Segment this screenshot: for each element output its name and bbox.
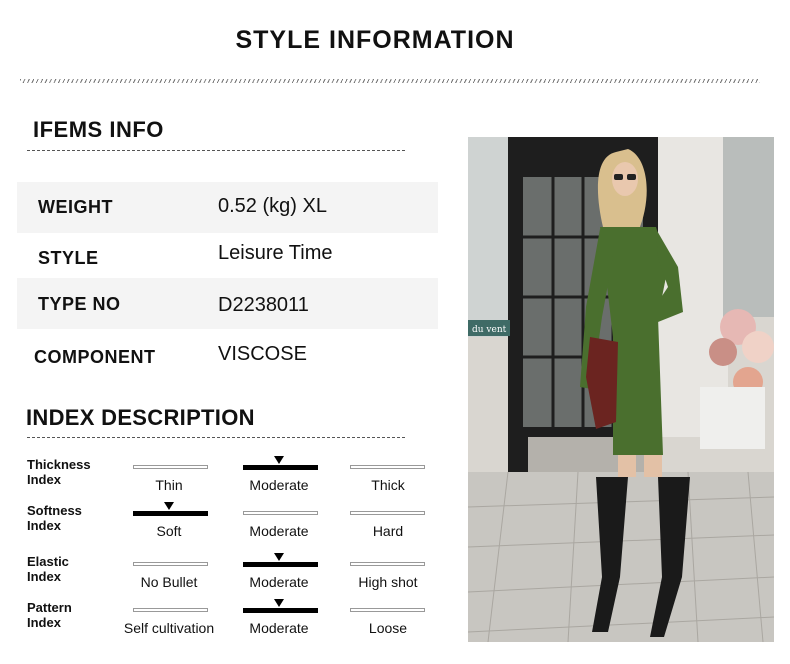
index-label-line: Pattern — [27, 600, 72, 615]
index-option-label: High shot — [358, 574, 418, 590]
index-label-line: Index — [27, 615, 61, 630]
selected-marker-icon — [164, 502, 174, 510]
index-label-line: Index — [27, 472, 61, 487]
product-photo: du vent — [468, 137, 774, 642]
index-option-label: Moderate — [249, 574, 309, 590]
shop-sign-text: du vent — [472, 325, 507, 335]
index-label-line: Index — [27, 569, 61, 584]
index-row-label: Elastic Index — [27, 554, 69, 584]
index-scale-bar-selected — [133, 511, 208, 516]
index-option-label: Moderate — [249, 620, 309, 636]
index-option-label: Hard — [372, 523, 404, 539]
selected-marker-icon — [274, 599, 284, 607]
index-option-label: Self cultivation — [123, 620, 215, 636]
index-scale-bar-selected — [243, 465, 318, 470]
index-scale-bar-selected — [243, 608, 318, 613]
index-option-label: Moderate — [249, 523, 309, 539]
index-scale-bar — [133, 608, 208, 612]
index-label-line: Thickness — [27, 457, 91, 472]
index-label-line: Softness — [27, 503, 82, 518]
index-scale-bar — [350, 465, 425, 469]
index-scale-bar — [350, 511, 425, 515]
selected-marker-icon — [274, 553, 284, 561]
index-scale-bar — [133, 562, 208, 566]
index-label-line: Index — [27, 518, 61, 533]
index-option-label: Thin — [155, 477, 183, 493]
index-scale-bar — [350, 608, 425, 612]
index-row-label: Thickness Index — [27, 457, 91, 487]
index-row-label: Pattern Index — [27, 600, 72, 630]
index-scale-bar-selected — [243, 562, 318, 567]
index-option-label: Soft — [156, 523, 182, 539]
index-scale-bar — [350, 562, 425, 566]
selected-marker-icon — [274, 456, 284, 464]
index-option-label: Moderate — [249, 477, 309, 493]
index-option-label: Thick — [371, 477, 405, 493]
index-option-label: No Bullet — [140, 574, 198, 590]
index-scale-bar — [243, 511, 318, 515]
index-option-label: Loose — [368, 620, 408, 636]
index-label-line: Elastic — [27, 554, 69, 569]
index-row-label: Softness Index — [27, 503, 82, 533]
index-scale-bar — [133, 465, 208, 469]
